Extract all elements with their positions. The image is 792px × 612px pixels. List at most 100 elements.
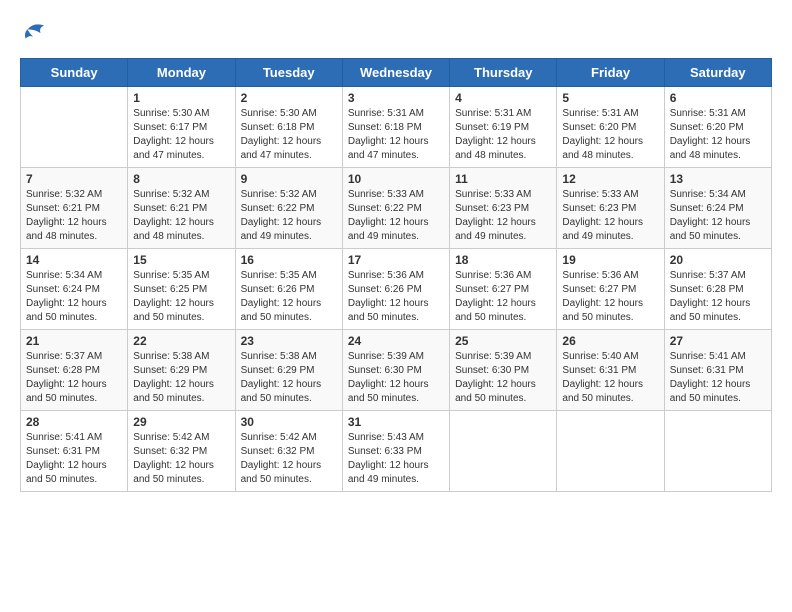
week-row-3: 14 Sunrise: 5:34 AM Sunset: 6:24 PM Dayli… bbox=[21, 249, 772, 330]
week-row-2: 7 Sunrise: 5:32 AM Sunset: 6:21 PM Daylig… bbox=[21, 168, 772, 249]
calendar-cell: 11 Sunrise: 5:33 AM Sunset: 6:23 PM Dayli… bbox=[450, 168, 557, 249]
day-number: 12 bbox=[562, 172, 658, 186]
calendar-cell: 17 Sunrise: 5:36 AM Sunset: 6:26 PM Dayli… bbox=[342, 249, 449, 330]
calendar-body: 1 Sunrise: 5:30 AM Sunset: 6:17 PM Daylig… bbox=[21, 87, 772, 492]
day-number: 7 bbox=[26, 172, 122, 186]
day-number: 20 bbox=[670, 253, 766, 267]
calendar-cell: 26 Sunrise: 5:40 AM Sunset: 6:31 PM Dayli… bbox=[557, 330, 664, 411]
day-number: 17 bbox=[348, 253, 444, 267]
weekday-friday: Friday bbox=[557, 59, 664, 87]
day-info: Sunrise: 5:32 AM Sunset: 6:22 PM Dayligh… bbox=[241, 188, 337, 244]
day-info: Sunrise: 5:31 AM Sunset: 6:20 PM Dayligh… bbox=[670, 107, 766, 163]
calendar-cell: 6 Sunrise: 5:31 AM Sunset: 6:20 PM Daylig… bbox=[664, 87, 771, 168]
day-info: Sunrise: 5:31 AM Sunset: 6:18 PM Dayligh… bbox=[348, 107, 444, 163]
day-number: 11 bbox=[455, 172, 551, 186]
day-info: Sunrise: 5:30 AM Sunset: 6:18 PM Dayligh… bbox=[241, 107, 337, 163]
calendar-cell bbox=[21, 87, 128, 168]
day-info: Sunrise: 5:32 AM Sunset: 6:21 PM Dayligh… bbox=[26, 188, 122, 244]
day-number: 13 bbox=[670, 172, 766, 186]
day-info: Sunrise: 5:40 AM Sunset: 6:31 PM Dayligh… bbox=[562, 350, 658, 406]
week-row-5: 28 Sunrise: 5:41 AM Sunset: 6:31 PM Dayli… bbox=[21, 411, 772, 492]
day-number: 5 bbox=[562, 91, 658, 105]
calendar-cell: 18Sunrise: 5:36 AM Sunset: 6:27 PM Dayli… bbox=[450, 249, 557, 330]
weekday-wednesday: Wednesday bbox=[342, 59, 449, 87]
day-number: 19 bbox=[562, 253, 658, 267]
day-number: 28 bbox=[26, 415, 122, 429]
weekday-header-row: SundayMondayTuesdayWednesdayThursdayFrid… bbox=[21, 59, 772, 87]
day-info: Sunrise: 5:35 AM Sunset: 6:26 PM Dayligh… bbox=[241, 269, 337, 325]
calendar-cell: 20 Sunrise: 5:37 AM Sunset: 6:28 PM Dayli… bbox=[664, 249, 771, 330]
calendar-cell: 13 Sunrise: 5:34 AM Sunset: 6:24 PM Dayli… bbox=[664, 168, 771, 249]
day-info: Sunrise: 5:33 AM Sunset: 6:23 PM Dayligh… bbox=[455, 188, 551, 244]
page-header bbox=[20, 20, 772, 48]
calendar-cell: 22Sunrise: 5:38 AM Sunset: 6:29 PM Dayli… bbox=[128, 330, 235, 411]
day-info: Sunrise: 5:37 AM Sunset: 6:28 PM Dayligh… bbox=[26, 350, 122, 406]
calendar-cell: 28 Sunrise: 5:41 AM Sunset: 6:31 PM Dayli… bbox=[21, 411, 128, 492]
day-number: 2 bbox=[241, 91, 337, 105]
day-info: Sunrise: 5:41 AM Sunset: 6:31 PM Dayligh… bbox=[670, 350, 766, 406]
day-info: Sunrise: 5:31 AM Sunset: 6:20 PM Dayligh… bbox=[562, 107, 658, 163]
day-info: Sunrise: 5:43 AM Sunset: 6:33 PM Dayligh… bbox=[348, 431, 444, 487]
logo-bird-icon bbox=[20, 20, 48, 48]
calendar-cell: 5 Sunrise: 5:31 AM Sunset: 6:20 PM Daylig… bbox=[557, 87, 664, 168]
calendar-cell: 31 Sunrise: 5:43 AM Sunset: 6:33 PM Dayli… bbox=[342, 411, 449, 492]
logo bbox=[20, 20, 52, 48]
day-number: 14 bbox=[26, 253, 122, 267]
calendar-cell: 8 Sunrise: 5:32 AM Sunset: 6:21 PM Daylig… bbox=[128, 168, 235, 249]
day-number: 10 bbox=[348, 172, 444, 186]
day-number: 31 bbox=[348, 415, 444, 429]
calendar-cell bbox=[557, 411, 664, 492]
calendar-cell: 4 Sunrise: 5:31 AM Sunset: 6:19 PM Daylig… bbox=[450, 87, 557, 168]
day-number: 27 bbox=[670, 334, 766, 348]
day-number: 26 bbox=[562, 334, 658, 348]
calendar-cell: 19 Sunrise: 5:36 AM Sunset: 6:27 PM Dayli… bbox=[557, 249, 664, 330]
day-info: Sunrise: 5:39 AM Sunset: 6:30 PM Dayligh… bbox=[348, 350, 444, 406]
week-row-1: 1 Sunrise: 5:30 AM Sunset: 6:17 PM Daylig… bbox=[21, 87, 772, 168]
day-number: 30 bbox=[241, 415, 337, 429]
day-number: 4 bbox=[455, 91, 551, 105]
weekday-sunday: Sunday bbox=[21, 59, 128, 87]
day-number: 6 bbox=[670, 91, 766, 105]
calendar-cell: 2 Sunrise: 5:30 AM Sunset: 6:18 PM Daylig… bbox=[235, 87, 342, 168]
day-info: Sunrise: 5:42 AM Sunset: 6:32 PM Dayligh… bbox=[241, 431, 337, 487]
day-info: Sunrise: 5:34 AM Sunset: 6:24 PM Dayligh… bbox=[26, 269, 122, 325]
day-number: 21 bbox=[26, 334, 122, 348]
day-number: 23 bbox=[241, 334, 337, 348]
calendar-cell: 30 Sunrise: 5:42 AM Sunset: 6:32 PM Dayli… bbox=[235, 411, 342, 492]
weekday-monday: Monday bbox=[128, 59, 235, 87]
day-info: Sunrise: 5:38 AM Sunset: 6:29 PM Dayligh… bbox=[241, 350, 337, 406]
day-number: 8 bbox=[133, 172, 229, 186]
day-info: Sunrise: 5:41 AM Sunset: 6:31 PM Dayligh… bbox=[26, 431, 122, 487]
day-info: Sunrise: 5:36 AM Sunset: 6:26 PM Dayligh… bbox=[348, 269, 444, 325]
calendar-cell: 7 Sunrise: 5:32 AM Sunset: 6:21 PM Daylig… bbox=[21, 168, 128, 249]
day-info: Sunrise: 5:37 AM Sunset: 6:28 PM Dayligh… bbox=[670, 269, 766, 325]
day-info: Sunrise: 5:39 AM Sunset: 6:30 PM Dayligh… bbox=[455, 350, 551, 406]
calendar-cell: 25 Sunrise: 5:39 AM Sunset: 6:30 PM Dayli… bbox=[450, 330, 557, 411]
calendar-cell: 3 Sunrise: 5:31 AM Sunset: 6:18 PM Daylig… bbox=[342, 87, 449, 168]
calendar-cell: 21 Sunrise: 5:37 AM Sunset: 6:28 PM Dayli… bbox=[21, 330, 128, 411]
day-number: 1 bbox=[133, 91, 229, 105]
day-info: Sunrise: 5:31 AM Sunset: 6:19 PM Dayligh… bbox=[455, 107, 551, 163]
weekday-thursday: Thursday bbox=[450, 59, 557, 87]
calendar-cell: 24 Sunrise: 5:39 AM Sunset: 6:30 PM Dayli… bbox=[342, 330, 449, 411]
calendar-cell: 12 Sunrise: 5:33 AM Sunset: 6:23 PM Dayli… bbox=[557, 168, 664, 249]
day-number: 3 bbox=[348, 91, 444, 105]
calendar-cell: 10 Sunrise: 5:33 AM Sunset: 6:22 PM Dayli… bbox=[342, 168, 449, 249]
day-number: 24 bbox=[348, 334, 444, 348]
weekday-saturday: Saturday bbox=[664, 59, 771, 87]
day-info: Sunrise: 5:36 AM Sunset: 6:27 PM Dayligh… bbox=[562, 269, 658, 325]
day-info: Sunrise: 5:42 AM Sunset: 6:32 PM Dayligh… bbox=[133, 431, 229, 487]
day-info: Sunrise: 5:32 AM Sunset: 6:21 PM Dayligh… bbox=[133, 188, 229, 244]
calendar-cell: 23 Sunrise: 5:38 AM Sunset: 6:29 PM Dayli… bbox=[235, 330, 342, 411]
day-info: Sunrise: 5:33 AM Sunset: 6:22 PM Dayligh… bbox=[348, 188, 444, 244]
calendar-cell: 9 Sunrise: 5:32 AM Sunset: 6:22 PM Daylig… bbox=[235, 168, 342, 249]
day-info: Sunrise: 5:34 AM Sunset: 6:24 PM Dayligh… bbox=[670, 188, 766, 244]
day-info: Sunrise: 5:30 AM Sunset: 6:17 PM Dayligh… bbox=[133, 107, 229, 163]
day-number: 15 bbox=[133, 253, 229, 267]
calendar-cell: 27 Sunrise: 5:41 AM Sunset: 6:31 PM Dayli… bbox=[664, 330, 771, 411]
day-number: 9 bbox=[241, 172, 337, 186]
calendar-cell: 14 Sunrise: 5:34 AM Sunset: 6:24 PM Dayli… bbox=[21, 249, 128, 330]
day-number: 25 bbox=[455, 334, 551, 348]
day-number: 22 bbox=[133, 334, 229, 348]
day-info: Sunrise: 5:33 AM Sunset: 6:23 PM Dayligh… bbox=[562, 188, 658, 244]
